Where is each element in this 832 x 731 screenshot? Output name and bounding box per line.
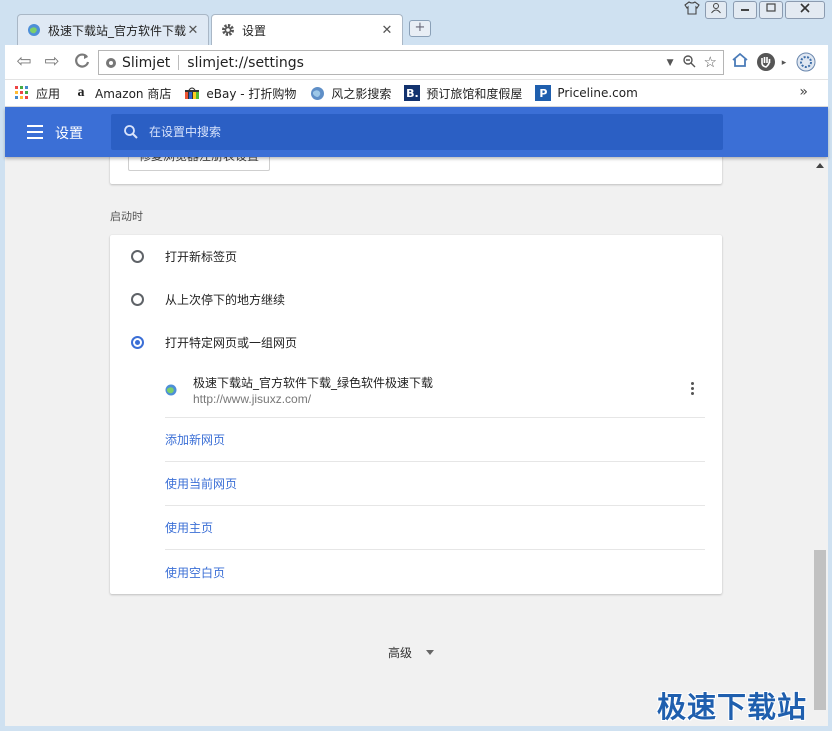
reload-icon[interactable] xyxy=(71,52,93,72)
gear-icon xyxy=(220,22,236,38)
tab-label: 设置 xyxy=(242,23,267,38)
omnibox-actions: ▼ ☆ xyxy=(667,54,717,72)
settings-header: 设置 xyxy=(5,107,828,157)
startup-page-url: http://www.jisuxz.com/ xyxy=(193,392,312,406)
bookmark-label: 预订旅馆和度假屋 xyxy=(426,86,523,101)
window-frame xyxy=(828,45,832,731)
globe-icon xyxy=(309,85,325,101)
bookmark-ebay[interactable]: eBay - 打折购物 xyxy=(184,85,296,102)
star-icon[interactable]: ☆ xyxy=(704,54,717,72)
ebay-bag-icon xyxy=(184,85,200,101)
close-icon[interactable]: ✕ xyxy=(186,23,200,38)
close-icon[interactable]: ✕ xyxy=(380,23,394,38)
site-chip: Slimjet xyxy=(105,54,180,71)
vertical-scrollbar[interactable] xyxy=(812,157,828,726)
radio-label: 从上次停下的地方继续 xyxy=(165,292,286,307)
tab-strip: 极速下载站_官方软件下载 ✕ 设置 ✕ + xyxy=(0,0,832,45)
bookmarks-overflow-icon[interactable]: » xyxy=(799,84,808,100)
chrome-page-icon xyxy=(106,57,116,68)
amazon-icon: a xyxy=(77,85,85,100)
slimjet-menu-icon[interactable] xyxy=(795,52,817,74)
site-chip-label: Slimjet xyxy=(122,54,171,71)
chevron-down-icon xyxy=(426,650,435,655)
use-current-pages-link[interactable]: 使用当前网页 xyxy=(165,462,705,506)
section-title-startup: 启动时 xyxy=(110,210,143,223)
startup-option-new-tab[interactable]: 打开新标签页 xyxy=(110,236,722,276)
bookmark-label: eBay - 打折购物 xyxy=(206,86,297,101)
minimize-icon[interactable] xyxy=(733,1,757,19)
watermark: 极速下载站 xyxy=(657,690,808,724)
add-new-page-link[interactable]: 添加新网页 xyxy=(165,418,705,462)
bookmark-priceline[interactable]: P Priceline.com xyxy=(535,85,638,101)
close-icon[interactable] xyxy=(785,1,825,19)
use-blank-page-link[interactable]: 使用空白页 xyxy=(165,550,705,594)
startup-option-specific-pages[interactable]: 打开特定网页或一组网页 xyxy=(110,322,722,362)
tab-settings[interactable]: 设置 ✕ xyxy=(211,14,403,45)
advanced-label: 高级 xyxy=(388,646,413,660)
home-icon[interactable] xyxy=(729,52,751,74)
browser-toolbar: ⇦ ⇨ Slimjet slimjet://settings ▼ ☆ ▸ xyxy=(0,45,832,80)
window-frame xyxy=(0,726,832,731)
radio-button-checked[interactable] xyxy=(131,335,144,349)
repair-registry-button[interactable]: 修复浏览器注册表设置 xyxy=(128,157,271,171)
startup-option-continue[interactable]: 从上次停下的地方继续 xyxy=(110,279,722,319)
scrollbar-thumb[interactable] xyxy=(814,550,826,710)
startup-card: 打开新标签页 从上次停下的地方继续 打开特定网页或一组网页 极速下载站_官方软件… xyxy=(110,235,722,594)
globe-icon xyxy=(26,22,42,38)
adblock-icon[interactable] xyxy=(755,52,777,74)
advanced-toggle[interactable]: 高级 xyxy=(388,644,435,661)
settings-search[interactable] xyxy=(111,114,723,150)
bookmarks-bar: 应用 a Amazon 商店 eBay - 打折购物 风之影搜索 B. 预订旅馆… xyxy=(0,80,832,107)
shirt-icon[interactable] xyxy=(682,1,702,19)
forward-icon[interactable]: ⇨ xyxy=(41,52,63,72)
startup-page-title: 极速下载站_官方软件下载_绿色软件极速下载 xyxy=(193,376,434,390)
tab-jisuxz[interactable]: 极速下载站_官方软件下载 ✕ xyxy=(17,14,209,45)
apps-grid-icon xyxy=(14,85,30,101)
globe-icon xyxy=(165,384,177,396)
bookmark-label: 应用 xyxy=(36,86,61,101)
dropdown-icon[interactable]: ▼ xyxy=(667,54,674,72)
bookmark-label: 风之影搜索 xyxy=(331,86,392,101)
search-icon xyxy=(124,125,138,139)
user-icon[interactable] xyxy=(705,1,727,19)
url-text[interactable]: slimjet://settings xyxy=(179,55,304,71)
registry-card: 修复浏览器注册表设置 xyxy=(110,157,722,184)
bookmark-fengzhiying[interactable]: 风之影搜索 xyxy=(309,85,391,102)
bookmark-booking[interactable]: B. 预订旅馆和度假屋 xyxy=(404,85,522,102)
radio-button[interactable] xyxy=(131,249,144,263)
bookmark-label: Amazon 商店 xyxy=(95,86,172,101)
radio-label: 打开新标签页 xyxy=(165,249,238,264)
bookmark-apps[interactable]: 应用 xyxy=(14,85,60,102)
maximize-icon[interactable] xyxy=(759,1,783,19)
address-bar[interactable]: Slimjet slimjet://settings ▼ ☆ xyxy=(98,50,724,75)
search-input[interactable] xyxy=(149,122,709,142)
chevron-right-icon[interactable]: ▸ xyxy=(778,52,790,74)
page-title: 设置 xyxy=(55,126,83,142)
new-tab-button[interactable]: + xyxy=(409,20,431,37)
bookmark-amazon[interactable]: a Amazon 商店 xyxy=(73,85,172,102)
menu-icon[interactable] xyxy=(27,125,43,139)
tab-label: 极速下载站_官方软件下载 xyxy=(48,23,186,38)
booking-icon: B. xyxy=(404,85,421,101)
use-homepage-link[interactable]: 使用主页 xyxy=(165,506,705,550)
radio-button[interactable] xyxy=(131,292,144,306)
priceline-icon: P xyxy=(535,85,552,101)
bookmark-label: Priceline.com xyxy=(557,86,638,100)
back-icon[interactable]: ⇦ xyxy=(13,52,35,72)
scroll-up-icon[interactable] xyxy=(816,163,824,168)
zoom-icon[interactable] xyxy=(682,54,696,72)
more-vert-icon[interactable] xyxy=(691,382,695,398)
radio-label: 打开特定网页或一组网页 xyxy=(165,335,298,350)
startup-page-entry: 极速下载站_官方软件下载_绿色软件极速下载 http://www.jisuxz.… xyxy=(165,368,705,418)
settings-content: 修复浏览器注册表设置 启动时 打开新标签页 从上次停下的地方继续 打开特定网页或… xyxy=(5,157,812,726)
